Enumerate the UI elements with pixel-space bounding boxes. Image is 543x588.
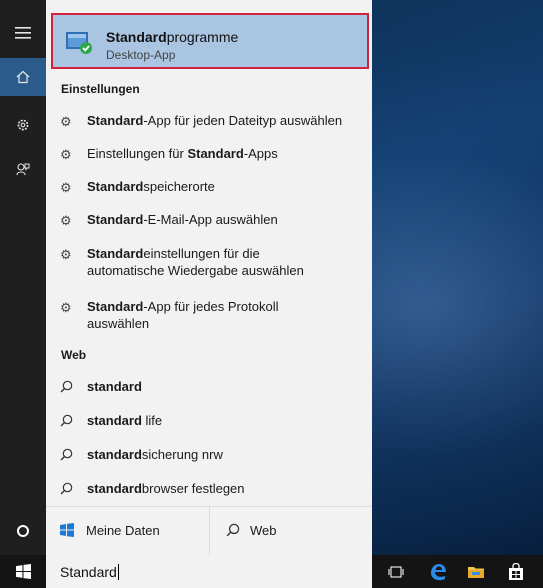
taskbar: Standard	[0, 555, 543, 588]
settings-result-item[interactable]: ⚙ Standardspeicherorte	[46, 178, 372, 196]
settings-result-item[interactable]: ⚙ Standard-App für jeden Dateityp auswäh…	[46, 112, 372, 130]
hamburger-icon	[15, 27, 31, 39]
search-input[interactable]: Standard	[46, 555, 372, 588]
cortana-button[interactable]	[0, 512, 46, 550]
edge-icon	[431, 563, 446, 580]
scope-web-label: Web	[250, 522, 277, 538]
gear-icon: ⚙	[60, 114, 72, 129]
gear-icon: ⚙	[60, 180, 72, 195]
store-button[interactable]	[496, 555, 536, 588]
feedback-icon	[16, 163, 30, 176]
search-icon	[60, 414, 78, 430]
start-left-rail	[0, 0, 46, 555]
best-match-title: Standardprogramme	[106, 29, 239, 45]
settings-section-header: Einstellungen	[61, 82, 140, 96]
gear-icon: ⚙	[60, 213, 72, 228]
gear-icon: ⚙	[60, 300, 72, 315]
scope-my-data-button[interactable]: Meine Daten	[60, 505, 160, 555]
home-button[interactable]	[0, 58, 46, 96]
web-result-item[interactable]: standardsicherung nrw	[46, 446, 372, 464]
web-result-item[interactable]: standard life	[46, 412, 372, 430]
web-result-item[interactable]: standard	[46, 378, 372, 396]
edge-browser-button[interactable]	[418, 555, 458, 588]
settings-result-item[interactable]: ⚙ Standardeinstellungen für die automatis…	[46, 245, 372, 279]
gear-icon: ⚙	[60, 247, 72, 262]
cortana-circle-icon	[17, 525, 29, 537]
search-icon	[226, 523, 240, 537]
file-explorer-button[interactable]	[456, 555, 496, 588]
search-icon	[60, 448, 78, 464]
search-results-panel: Standardprogramme Desktop-App Einstellun…	[46, 0, 372, 555]
home-icon	[16, 70, 30, 84]
gear-icon: ⚙	[60, 147, 72, 162]
text-caret	[117, 563, 119, 580]
search-icon	[60, 380, 78, 396]
best-match-subtitle: Desktop-App	[106, 48, 176, 62]
task-view-button[interactable]	[376, 555, 416, 588]
settings-result-item[interactable]: ⚙ Einstellungen für Standard-Apps	[46, 145, 372, 163]
windows-logo-icon	[60, 523, 74, 537]
settings-button[interactable]	[0, 106, 46, 144]
search-icon	[60, 482, 78, 498]
start-button[interactable]	[0, 555, 46, 588]
windows-logo-icon	[15, 564, 31, 579]
scope-divider-vertical	[209, 506, 210, 555]
search-input-value: Standard	[60, 563, 117, 580]
hamburger-menu-button[interactable]	[0, 14, 46, 52]
web-result-item[interactable]: standardbrowser festlegen	[46, 480, 372, 498]
folder-icon	[468, 566, 484, 578]
gear-icon	[17, 119, 29, 131]
web-section-header: Web	[61, 348, 87, 362]
best-match-result[interactable]: Standardprogramme Desktop-App	[51, 13, 369, 69]
scope-web-button[interactable]: Web	[226, 505, 277, 555]
store-bag-icon	[509, 562, 523, 580]
feedback-button[interactable]	[0, 150, 46, 188]
scope-my-data-label: Meine Daten	[86, 522, 160, 538]
task-view-icon	[388, 565, 404, 578]
settings-result-item[interactable]: ⚙ Standard-E-Mail-App auswählen	[46, 211, 372, 229]
default-programs-icon	[66, 32, 92, 54]
settings-result-item[interactable]: ⚙ Standard-App für jedes Protokoll auswäh…	[46, 298, 372, 332]
